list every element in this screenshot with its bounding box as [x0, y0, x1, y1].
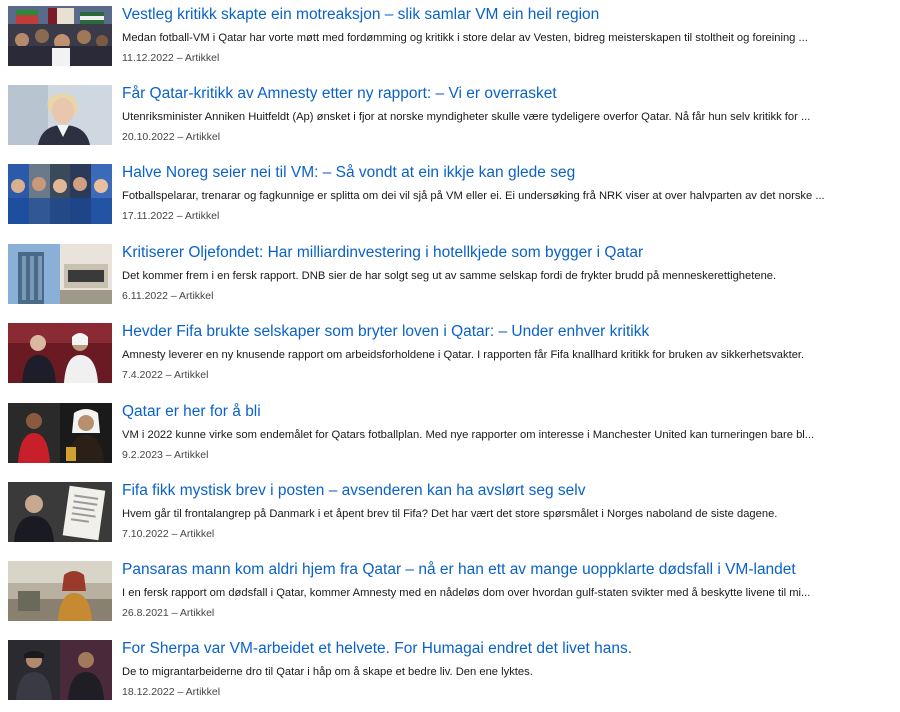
article-summary: I en fersk rapport om dødsfall i Qatar, …: [122, 587, 811, 599]
article-meta: 20.10.2022 – Artikkel: [122, 130, 220, 144]
article-type: Artikkel: [184, 52, 220, 64]
article-meta: 7.4.2022 – Artikkel: [122, 368, 208, 382]
woman-outdoors-image: [8, 561, 112, 621]
article-date: 18.12.2022: [122, 686, 175, 698]
article-type: Artikkel: [185, 131, 221, 143]
article-date: 7.10.2022: [122, 528, 169, 540]
article-title-link[interactable]: Halve Noreg seier nei til VM: – Så vondt…: [122, 163, 892, 183]
hotel-buildings-image: [8, 244, 112, 304]
meta-separator: –: [176, 210, 183, 222]
article-meta: 7.10.2022 – Artikkel: [122, 527, 214, 541]
article-type: Artikkel: [184, 210, 220, 222]
article-title-link[interactable]: Får Qatar-kritikk av Amnesty etter ny ra…: [122, 84, 892, 104]
article-thumbnail[interactable]: [8, 561, 112, 621]
meta-separator: –: [170, 290, 177, 302]
article-thumbnail[interactable]: [8, 6, 112, 66]
article-date: 17.11.2022: [122, 210, 174, 222]
player-collage-image: [8, 164, 112, 224]
article-summary: Medan fotball-VM i Qatar har vorte møtt …: [122, 32, 808, 44]
article-summary: Utenriksminister Anniken Huitfeldt (Ap) …: [122, 111, 811, 123]
meta-separator: –: [165, 449, 172, 461]
list-item[interactable]: For Sherpa var VM-arbeidet et helvete. F…: [0, 634, 900, 712]
article-meta: 18.12.2022 – Artikkel: [122, 685, 220, 699]
article-title-link[interactable]: Vestleg kritikk skapte ein motreaksjon –…: [122, 5, 892, 25]
article-summary: Amnesty leverer en ny knusende rapport o…: [122, 349, 805, 361]
crowd-flags-image: [8, 6, 112, 66]
player-and-sheikh-image: [8, 403, 112, 463]
article-date: 11.12.2022: [122, 52, 174, 64]
man-and-letter-image: [8, 482, 112, 542]
article-type: Artikkel: [173, 369, 209, 381]
article-meta: 11.12.2022 – Artikkel: [122, 51, 219, 65]
list-item[interactable]: Qatar er her for å bli VM i 2022 kunne v…: [0, 397, 900, 475]
article-type: Artikkel: [185, 686, 221, 698]
article-date: 6.11.2022: [122, 290, 168, 302]
article-title-link[interactable]: Qatar er her for å bli: [122, 402, 892, 422]
article-meta: 17.11.2022 – Artikkel: [122, 209, 219, 223]
fifa-officials-image: [8, 323, 112, 383]
article-date: 20.10.2022: [122, 131, 175, 143]
article-title-link[interactable]: Fifa fikk mystisk brev i posten – avsend…: [122, 481, 892, 501]
article-type: Artikkel: [179, 290, 214, 302]
article-meta: 26.8.2021 – Artikkel: [122, 606, 214, 620]
article-summary: VM i 2022 kunne virke som endemålet for …: [122, 429, 815, 441]
meta-separator: –: [177, 131, 184, 143]
article-date: 9.2.2023: [122, 449, 163, 461]
article-thumbnail[interactable]: [8, 640, 112, 700]
article-summary: Fotballspelarar, trenarar og fagkunnige …: [122, 190, 825, 202]
article-summary: Det kommer frem i en fersk rapport. DNB …: [122, 270, 777, 282]
article-thumbnail[interactable]: [8, 323, 112, 383]
article-type: Artikkel: [179, 528, 215, 540]
list-item[interactable]: Vestleg kritikk skapte ein motreaksjon –…: [0, 0, 900, 78]
article-title-link[interactable]: Pansaras mann kom aldri hjem fra Qatar –…: [122, 560, 892, 580]
article-date: 7.4.2022: [122, 369, 163, 381]
article-summary: De to migrantarbeiderne dro til Qatar i …: [122, 666, 533, 678]
meta-separator: –: [176, 52, 183, 64]
politician-portrait-image: [8, 85, 112, 145]
list-item[interactable]: Fifa fikk mystisk brev i posten – avsend…: [0, 476, 900, 554]
article-date: 26.8.2021: [122, 607, 169, 619]
meta-separator: –: [177, 686, 184, 698]
article-summary: Hvem går til frontalangrep på Danmark i …: [122, 508, 778, 520]
article-type: Artikkel: [179, 607, 215, 619]
article-thumbnail[interactable]: [8, 403, 112, 463]
article-meta: 9.2.2023 – Artikkel: [122, 448, 208, 462]
article-thumbnail[interactable]: [8, 482, 112, 542]
list-item[interactable]: Hevder Fifa brukte selskaper som bryter …: [0, 317, 900, 395]
list-item[interactable]: Halve Noreg seier nei til VM: – Så vondt…: [0, 158, 900, 236]
list-item[interactable]: Kritiserer Oljefondet: Har milliardinves…: [0, 238, 900, 316]
article-title-link[interactable]: Hevder Fifa brukte selskaper som bryter …: [122, 322, 892, 342]
list-item[interactable]: Får Qatar-kritikk av Amnesty etter ny ra…: [0, 79, 900, 157]
article-thumbnail[interactable]: [8, 85, 112, 145]
article-meta: 6.11.2022 – Artikkel: [122, 289, 213, 303]
article-title-link[interactable]: For Sherpa var VM-arbeidet et helvete. F…: [122, 639, 892, 659]
article-thumbnail[interactable]: [8, 244, 112, 304]
list-item[interactable]: Pansaras mann kom aldri hjem fra Qatar –…: [0, 555, 900, 633]
meta-separator: –: [171, 528, 178, 540]
two-workers-image: [8, 640, 112, 700]
article-title-link[interactable]: Kritiserer Oljefondet: Har milliardinves…: [122, 243, 892, 263]
meta-separator: –: [165, 369, 172, 381]
article-thumbnail[interactable]: [8, 164, 112, 224]
article-type: Artikkel: [173, 449, 209, 461]
meta-separator: –: [171, 607, 178, 619]
